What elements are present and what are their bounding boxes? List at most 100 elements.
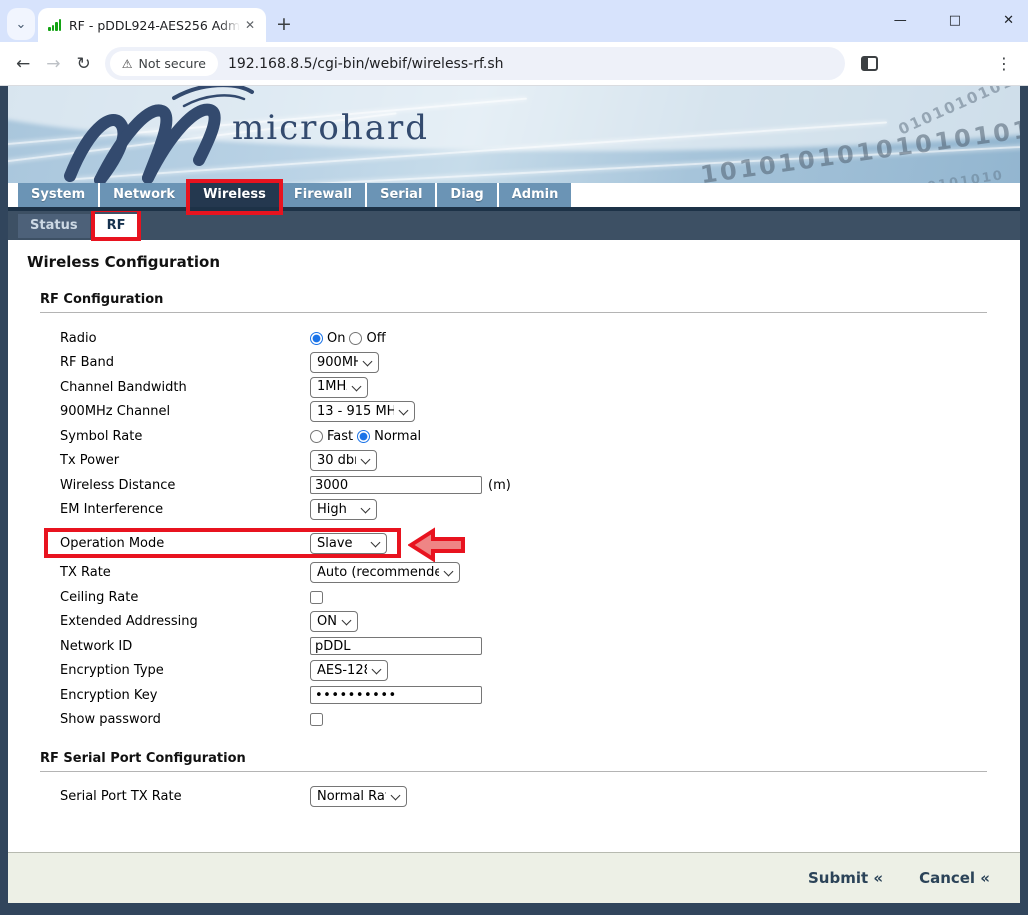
symbol-rate-option-fast[interactable]: Fast (310, 429, 353, 444)
page-title: Wireless Configuration (27, 253, 1020, 271)
field-row-wireless-distance: Wireless Distance (m) (60, 475, 1020, 495)
maximize-button[interactable]: □ (949, 12, 961, 30)
browser-window: ⌄ RF - pDDL924-AES256 Administ ✕ + — □ ✕… (0, 0, 1028, 915)
radio-option-label: Fast (327, 429, 353, 444)
field-label: 900MHz Channel (60, 404, 310, 419)
field-row-serial-port-tx-rate: Serial Port TX RateNormal Rate (60, 787, 1020, 807)
cancel-button[interactable]: Cancel « (919, 869, 990, 887)
nav-tab-network[interactable]: Network (100, 183, 188, 207)
wireless-distance-input[interactable] (310, 476, 482, 494)
tx-rate-select[interactable]: Auto (recommended) (310, 562, 460, 583)
show-password-checkbox[interactable] (310, 713, 323, 726)
nav-tab-admin[interactable]: Admin (499, 183, 572, 207)
address-bar[interactable]: ⚠ Not secure 192.168.8.5/cgi-bin/webif/w… (105, 47, 845, 80)
field-row-network-id: Network ID (60, 636, 1020, 656)
field-row-channel-bandwidth: Channel Bandwidth1MHz (60, 377, 1020, 397)
rf-band-select[interactable]: 900MHz (310, 352, 379, 373)
unit-label: (m) (488, 478, 511, 493)
close-button[interactable]: ✕ (1003, 12, 1014, 30)
ceiling-rate-checkbox[interactable] (310, 591, 323, 604)
minimize-button[interactable]: — (894, 12, 907, 30)
site-header: microhard 0101010101 10101010101010101 0… (8, 86, 1020, 183)
url-text: 192.168.8.5/cgi-bin/webif/wireless-rf.sh (228, 56, 504, 72)
radio-option-label: Off (366, 331, 385, 346)
brand-text: microhard (232, 108, 429, 148)
field-row-operation-mode: Operation ModeSlave (60, 534, 1020, 554)
nav-tab-system[interactable]: System (18, 183, 98, 207)
side-panel-icon[interactable] (861, 56, 878, 71)
page-content: Wireless Configuration RF Configuration R… (8, 240, 1020, 852)
tab-title: RF - pDDL924-AES256 Administ (69, 18, 240, 33)
symbol-rate-radio-normal[interactable] (357, 430, 370, 443)
field-label: Extended Addressing (60, 614, 310, 629)
section-title: RF Serial Port Configuration (40, 751, 1020, 766)
main-nav: SystemNetworkWirelessFirewallSerialDiagA… (8, 183, 1020, 211)
browser-menu-icon[interactable]: ⋮ (996, 54, 1012, 73)
new-tab-button[interactable]: + (276, 15, 292, 34)
submit-button[interactable]: Submit « (808, 869, 883, 887)
form-footer: Submit « Cancel « (8, 852, 1020, 903)
field-row-tx-rate: TX RateAuto (recommended) (60, 563, 1020, 583)
field-label: Channel Bandwidth (60, 380, 310, 395)
nav-tab-firewall[interactable]: Firewall (281, 183, 365, 207)
not-secure-label: Not secure (139, 56, 206, 71)
radio-option-label: Normal (374, 429, 421, 444)
field-label: Network ID (60, 639, 310, 654)
subnav-tab-status[interactable]: Status (18, 214, 90, 238)
signal-bars-favicon-icon (48, 19, 61, 31)
tab-search-button[interactable]: ⌄ (7, 8, 35, 40)
field-label: Wireless Distance (60, 478, 310, 493)
symbol-rate-radio-fast[interactable] (310, 430, 323, 443)
tx-power-select[interactable]: 30 dbm (310, 450, 377, 471)
encryption-type-select[interactable]: AES-128 (310, 660, 388, 681)
browser-toolbar: ← → ↻ ⚠ Not secure 192.168.8.5/cgi-bin/w… (0, 42, 1028, 86)
extended-addressing-select[interactable]: ON (310, 611, 358, 632)
radio-radio-on[interactable] (310, 332, 323, 345)
field-row-tx-power: Tx Power30 dbm (60, 451, 1020, 471)
section-title: RF Configuration (40, 292, 1020, 307)
section-divider (40, 771, 987, 772)
chevron-down-icon: ⌄ (16, 17, 27, 32)
em-interference-select[interactable]: High (310, 499, 377, 520)
sub-nav: StatusRF (8, 211, 1020, 240)
operation-mode-select[interactable]: Slave (310, 533, 387, 554)
field-label: Symbol Rate (60, 429, 310, 444)
nav-tab-wireless[interactable]: Wireless (190, 183, 279, 207)
subnav-tab-rf[interactable]: RF (95, 214, 138, 238)
field-row-encryption-type: Encryption TypeAES-128 (60, 661, 1020, 681)
radio-option-on[interactable]: On (310, 331, 345, 346)
field-label: RF Band (60, 355, 310, 370)
symbol-rate-option-normal[interactable]: Normal (357, 429, 421, 444)
field-label: Tx Power (60, 453, 310, 468)
reload-icon[interactable]: ↻ (77, 54, 91, 74)
binary-decoration: 0101010 (926, 168, 1005, 183)
field-row-channel-900mhz: 900MHz Channel13 - 915 MHz (60, 402, 1020, 422)
back-icon[interactable]: ← (16, 54, 30, 74)
field-label: Ceiling Rate (60, 590, 310, 605)
channel-bandwidth-select[interactable]: 1MHz (310, 377, 368, 398)
encryption-key-input[interactable] (310, 686, 482, 704)
field-label: TX Rate (60, 565, 310, 580)
nav-tab-serial[interactable]: Serial (367, 183, 435, 207)
field-row-encryption-key: Encryption Key (60, 685, 1020, 705)
field-row-radio: Radio On Off (60, 328, 1020, 348)
radio-option-label: On (327, 331, 345, 346)
browser-titlebar: ⌄ RF - pDDL924-AES256 Administ ✕ + — □ ✕ (0, 0, 1028, 42)
forward-icon: → (46, 54, 60, 74)
serial-port-tx-rate-select[interactable]: Normal Rate (310, 786, 407, 807)
radio-radio-off[interactable] (349, 332, 362, 345)
field-row-ceiling-rate: Ceiling Rate (60, 587, 1020, 607)
browser-tab[interactable]: RF - pDDL924-AES256 Administ ✕ (38, 8, 266, 42)
not-secure-chip[interactable]: ⚠ Not secure (110, 51, 218, 76)
field-label: Radio (60, 331, 310, 346)
field-row-rf-band: RF Band900MHz (60, 353, 1020, 373)
field-row-extended-addressing: Extended AddressingON (60, 612, 1020, 632)
radio-option-off[interactable]: Off (349, 331, 385, 346)
channel-900mhz-select[interactable]: 13 - 915 MHz (310, 401, 415, 422)
field-label: Encryption Type (60, 663, 310, 678)
network-id-input[interactable] (310, 637, 482, 655)
red-arrow-icon (408, 527, 466, 563)
nav-tab-diag[interactable]: Diag (437, 183, 496, 207)
tab-close-icon[interactable]: ✕ (240, 16, 260, 34)
warning-icon: ⚠ (122, 57, 133, 71)
